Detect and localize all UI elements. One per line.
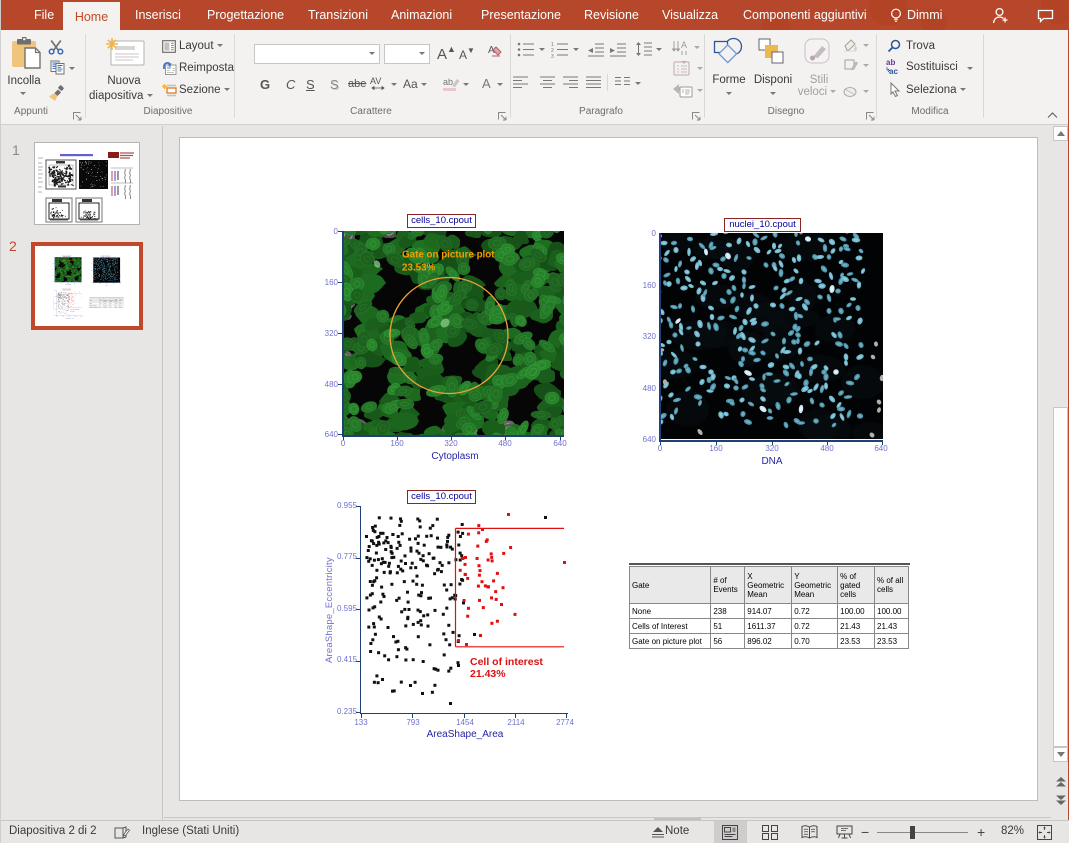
svg-text:ab: ab [443, 77, 453, 87]
svg-text:AV: AV [370, 76, 381, 86]
svg-text:Gate on picture plot: Gate on picture plot [402, 250, 495, 261]
svg-text:23.53%: 23.53% [402, 263, 436, 274]
